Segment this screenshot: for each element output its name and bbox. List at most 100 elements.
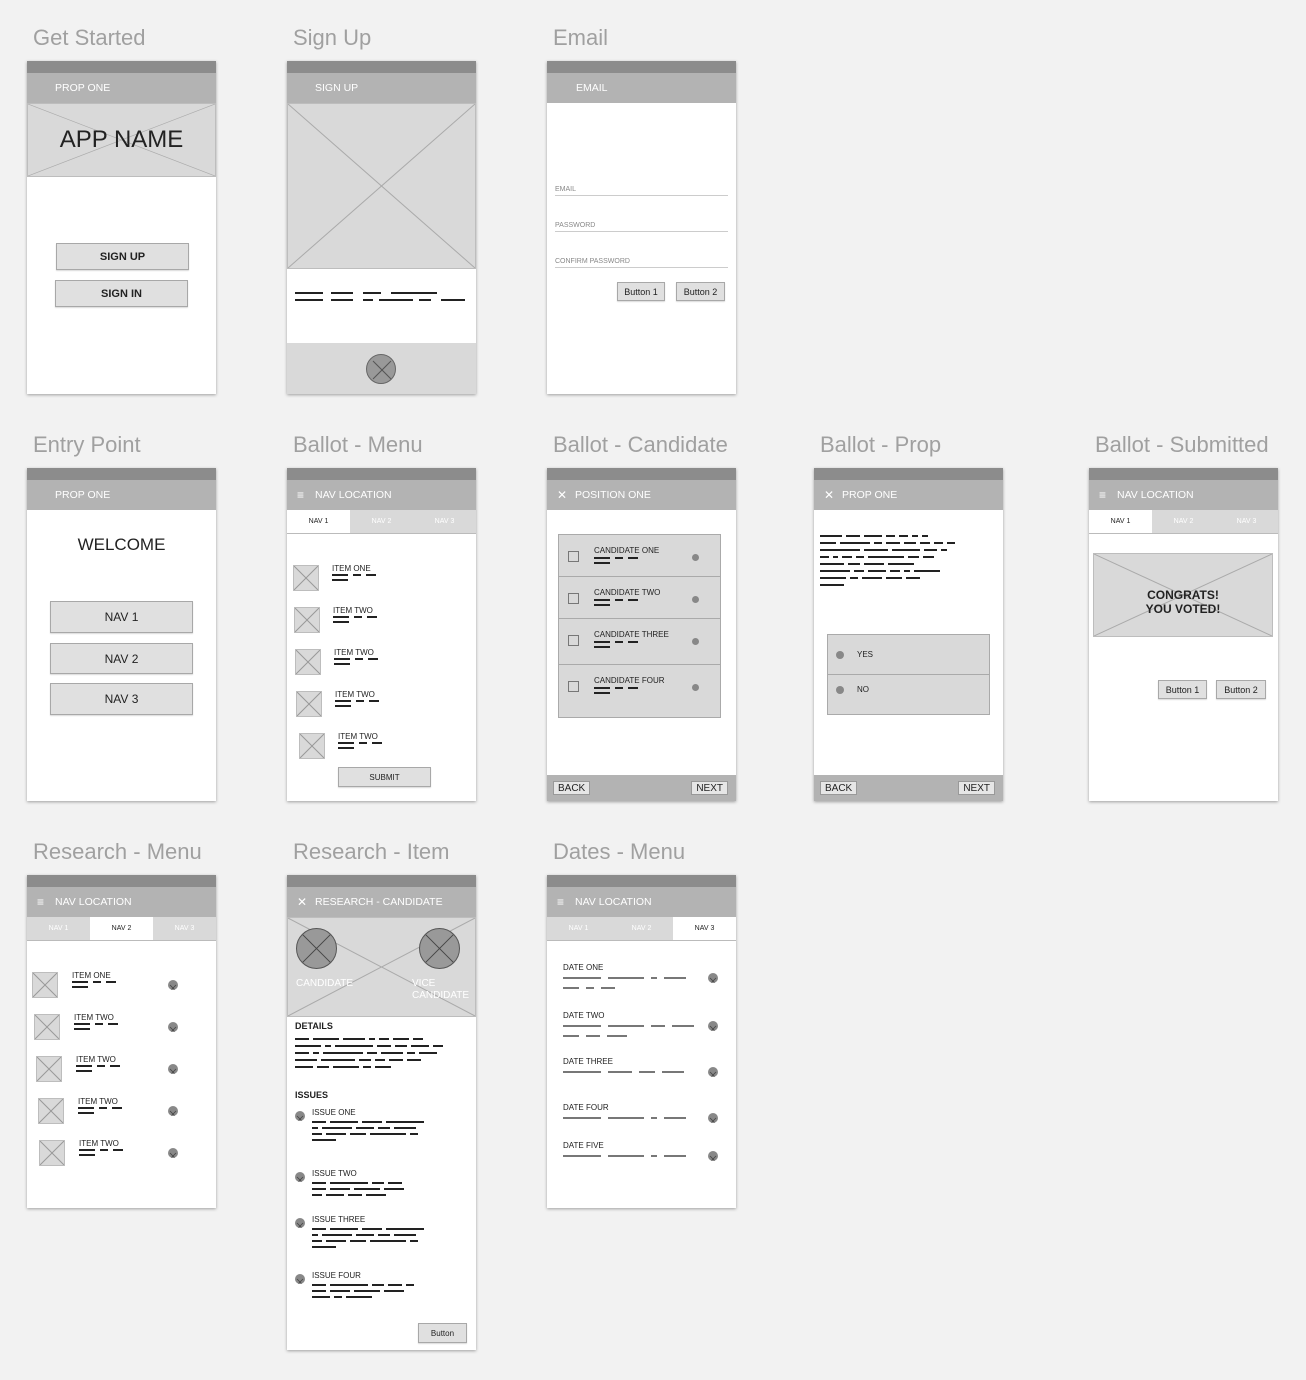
- button-2[interactable]: Button 2: [1216, 680, 1266, 699]
- text-line: [886, 542, 900, 544]
- close-circle-icon[interactable]: [366, 354, 396, 384]
- back-button[interactable]: BACK: [820, 781, 858, 795]
- close-icon[interactable]: ✕: [824, 488, 842, 502]
- tab-nav-1[interactable]: NAV 1: [287, 510, 350, 533]
- text-line: [411, 1045, 429, 1047]
- status-bar: [287, 468, 476, 480]
- x-circle-icon[interactable]: [708, 1113, 718, 1123]
- tab-nav-3[interactable]: NAV 3: [413, 510, 476, 533]
- tab-nav-2[interactable]: NAV 2: [90, 917, 153, 940]
- text-line: [419, 1052, 437, 1054]
- tab-nav-3[interactable]: NAV 3: [153, 917, 216, 940]
- candidate-radio[interactable]: [692, 596, 699, 603]
- candidate-radio[interactable]: [692, 638, 699, 645]
- tab-nav-2[interactable]: NAV 2: [1152, 510, 1215, 533]
- list-item-label: ITEM TWO: [334, 648, 374, 657]
- x-circle-icon[interactable]: [168, 980, 178, 990]
- action-button[interactable]: Button: [418, 1323, 467, 1343]
- text-line: [335, 1045, 373, 1047]
- text-line: [563, 1155, 601, 1157]
- frame-title: Ballot - Menu: [293, 432, 423, 457]
- confirm-password-field[interactable]: CONFIRM PASSWORD: [555, 258, 728, 268]
- text-line: [312, 1284, 326, 1286]
- sign-in-button[interactable]: SIGN IN: [55, 280, 188, 307]
- button-1[interactable]: Button 1: [1158, 680, 1207, 699]
- hamburger-icon[interactable]: ≡: [37, 895, 55, 909]
- phone-screen: ≡ NAV LOCATION NAV 1 NAV 2 NAV 3 CONGRATS…: [1089, 468, 1278, 801]
- text-line: [628, 557, 638, 559]
- radio-yes[interactable]: [836, 651, 844, 659]
- text-line: [350, 1240, 366, 1242]
- text-line: [370, 1240, 406, 1242]
- list-item-label: ITEM TWO: [338, 732, 378, 741]
- text-line: [312, 1139, 336, 1141]
- text-line: [820, 549, 860, 551]
- text-line: [419, 299, 431, 301]
- candidate-label: CANDIDATE: [296, 978, 354, 989]
- tab-nav-3[interactable]: NAV 3: [673, 917, 736, 940]
- candidate-checkbox[interactable]: [568, 681, 579, 692]
- x-circle-icon[interactable]: [168, 1064, 178, 1074]
- close-icon[interactable]: ✕: [557, 488, 575, 502]
- nav-3-button[interactable]: NAV 3: [50, 683, 193, 715]
- close-icon[interactable]: ✕: [297, 895, 315, 909]
- submit-button[interactable]: SUBMIT: [338, 767, 431, 787]
- image-placeholder-icon: [294, 566, 318, 590]
- next-button[interactable]: NEXT: [691, 781, 728, 795]
- candidate-radio[interactable]: [692, 554, 699, 561]
- candidate-checkbox[interactable]: [568, 635, 579, 646]
- hamburger-icon[interactable]: ≡: [297, 488, 315, 502]
- password-field[interactable]: PASSWORD: [555, 222, 728, 232]
- text-line: [904, 542, 916, 544]
- x-circle-icon[interactable]: [708, 973, 718, 983]
- text-line: [97, 1065, 105, 1067]
- button-1[interactable]: Button 1: [617, 282, 665, 301]
- tab-nav-2[interactable]: NAV 2: [350, 510, 413, 533]
- text-line: [868, 556, 904, 558]
- x-circle-icon[interactable]: [295, 1274, 305, 1284]
- candidate-radio[interactable]: [692, 684, 699, 691]
- status-bar: [27, 61, 216, 73]
- sign-up-button[interactable]: SIGN UP: [56, 243, 189, 270]
- x-circle-icon[interactable]: [708, 1067, 718, 1077]
- x-circle-icon[interactable]: [295, 1111, 305, 1121]
- row-divider: [559, 618, 720, 619]
- email-field[interactable]: EMAIL: [555, 186, 728, 196]
- tab-nav-1[interactable]: NAV 1: [1089, 510, 1152, 533]
- button-2[interactable]: Button 2: [676, 282, 725, 301]
- text-line: [608, 1025, 644, 1027]
- x-circle-icon[interactable]: [295, 1218, 305, 1228]
- x-circle-icon[interactable]: [168, 1148, 178, 1158]
- item-thumbnail: [295, 649, 321, 675]
- tab-nav-2[interactable]: NAV 2: [610, 917, 673, 940]
- image-placeholder-icon: [37, 1057, 61, 1081]
- app-bar-title: SIGN UP: [315, 82, 359, 94]
- option-yes-label: YES: [857, 650, 874, 659]
- candidate-checkbox[interactable]: [568, 593, 579, 604]
- text-line: [407, 1059, 421, 1061]
- hamburger-icon[interactable]: ≡: [1099, 488, 1117, 502]
- image-placeholder: [287, 103, 476, 269]
- text-line: [323, 1052, 363, 1054]
- x-circle-icon[interactable]: [295, 1172, 305, 1182]
- x-circle-icon[interactable]: [708, 1151, 718, 1161]
- x-circle-icon[interactable]: [168, 1106, 178, 1116]
- hamburger-icon[interactable]: ≡: [557, 895, 575, 909]
- back-button[interactable]: BACK: [553, 781, 591, 795]
- nav-1-button[interactable]: NAV 1: [50, 601, 193, 633]
- tab-nav-1[interactable]: NAV 1: [547, 917, 610, 940]
- text-line: [856, 556, 864, 558]
- tab-nav-3[interactable]: NAV 3: [1215, 510, 1278, 533]
- app-bar-title: EMAIL: [576, 82, 608, 94]
- row-divider: [559, 576, 720, 577]
- candidate-checkbox[interactable]: [568, 551, 579, 562]
- x-circle-icon[interactable]: [168, 1022, 178, 1032]
- text-line: [326, 1240, 346, 1242]
- status-bar: [1089, 468, 1278, 480]
- tab-nav-1[interactable]: NAV 1: [27, 917, 90, 940]
- next-button[interactable]: NEXT: [958, 781, 995, 795]
- x-circle-icon[interactable]: [708, 1021, 718, 1031]
- text-line: [394, 1127, 416, 1129]
- radio-no[interactable]: [836, 686, 844, 694]
- nav-2-button[interactable]: NAV 2: [50, 643, 193, 674]
